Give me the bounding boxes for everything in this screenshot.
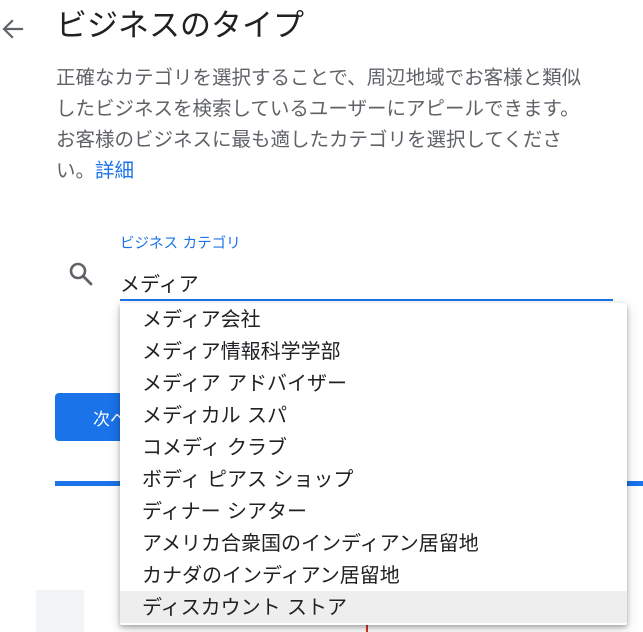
suggestion-option[interactable]: メディア アドバイザー	[120, 367, 627, 399]
suggestion-option[interactable]: コメディ クラブ	[120, 431, 627, 463]
suggestion-option[interactable]: メディア情報科学学部	[120, 335, 627, 367]
background-panel	[36, 590, 84, 632]
page-description: 正確なカテゴリを選択することで、周辺地域でお客様と類似 したビジネスを検索してい…	[56, 62, 642, 186]
suggestion-option[interactable]: ボディ ピアス ショップ	[120, 463, 627, 495]
back-button[interactable]	[0, 12, 26, 46]
business-category-input[interactable]	[120, 266, 613, 298]
business-type-page: ビジネスのタイプ 正確なカテゴリを選択することで、周辺地域でお客様と類似 したビ…	[0, 0, 643, 632]
category-suggestions-dropdown: メディア会社 メディア情報科学学部 メディア アドバイザー メディカル スパ コ…	[120, 303, 627, 625]
description-line-4: い。詳細	[56, 155, 642, 186]
suggestion-option[interactable]: ディスカウント ストア	[120, 591, 627, 623]
suggestion-option[interactable]: ディナー シアター	[120, 495, 627, 527]
suggestion-option[interactable]: メディア会社	[120, 303, 627, 335]
search-icon	[69, 262, 93, 286]
suggestions-list: メディア会社 メディア情報科学学部 メディア アドバイザー メディカル スパ コ…	[120, 303, 627, 623]
description-line-1: 正確なカテゴリを選択することで、周辺地域でお客様と類似	[56, 66, 582, 89]
description-line-3: お客様のビジネスに最も適したカテゴリを選択してくださ	[56, 128, 562, 151]
description-line-4-text: い。	[56, 159, 96, 182]
input-focus-underline	[120, 299, 613, 301]
page-title: ビジネスのタイプ	[56, 8, 304, 44]
business-category-label: ビジネス カテゴリ	[120, 236, 241, 252]
description-line-2: したビジネスを検索しているユーザーにアピールできます。	[56, 97, 580, 120]
learn-more-link[interactable]: 詳細	[95, 159, 134, 182]
arrow-left-icon	[2, 19, 24, 39]
suggestion-option[interactable]: メディカル スパ	[120, 399, 627, 431]
suggestion-option[interactable]: カナダのインディアン居留地	[120, 559, 627, 591]
suggestion-option[interactable]: アメリカ合衆国のインディアン居留地	[120, 527, 627, 559]
